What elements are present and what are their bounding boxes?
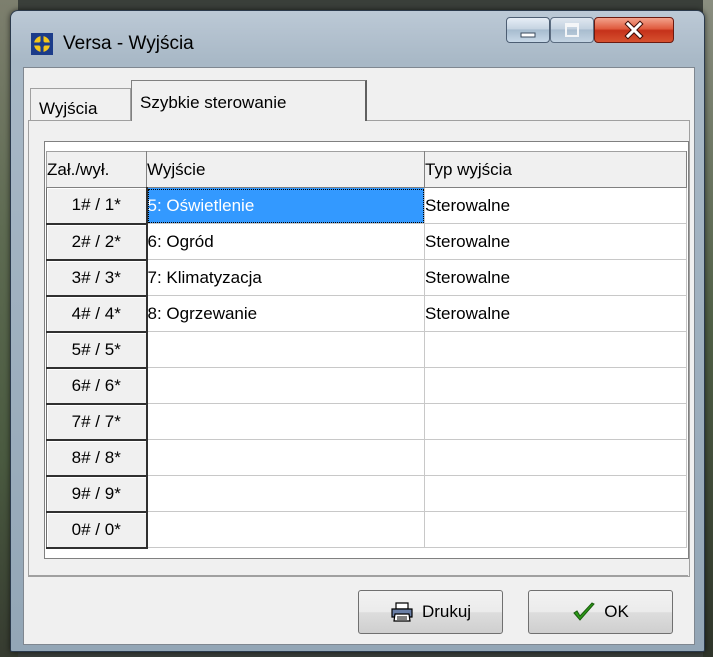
separator-line <box>28 575 688 576</box>
table-row[interactable]: 5# / 5* <box>46 331 687 369</box>
minimize-icon <box>520 32 536 38</box>
type-cell[interactable] <box>424 403 687 440</box>
tab-label: Wyjścia <box>39 99 98 118</box>
printer-icon <box>391 602 413 622</box>
grid-header-row: Zał./wył. Wyjście Typ wyjścia <box>46 151 687 188</box>
output-cell[interactable] <box>146 331 425 368</box>
type-cell[interactable]: Sterowalne <box>424 259 687 296</box>
row-key-8[interactable]: 8# / 8* <box>46 439 148 477</box>
column-header-wyjscie[interactable]: Wyjście <box>146 151 425 188</box>
table-row[interactable]: 6# / 6* <box>46 367 687 405</box>
output-cell[interactable]: 8: Ogrzewanie <box>146 295 425 332</box>
print-button-label: Drukuj <box>421 602 472 621</box>
column-header-zal-wyl[interactable]: Zał./wył. <box>46 151 147 188</box>
checkmark-icon <box>573 602 596 621</box>
table-row[interactable]: 7# / 7* <box>46 403 687 441</box>
row-key-9[interactable]: 9# / 9* <box>46 475 148 513</box>
output-cell[interactable] <box>146 367 425 404</box>
title-bar[interactable]: Versa - Wyjścia <box>11 11 704 67</box>
ok-button[interactable]: OK <box>528 590 673 634</box>
tab-label: Szybkie sterowanie <box>140 93 287 112</box>
table-row[interactable]: 8# / 8* <box>46 439 687 477</box>
output-cell[interactable]: 5: Oświetlenie <box>146 187 425 224</box>
output-cell[interactable] <box>146 511 425 548</box>
row-key-0[interactable]: 0# / 0* <box>46 511 148 549</box>
close-button[interactable] <box>594 17 674 43</box>
table-row[interactable]: 0# / 0* <box>46 511 687 549</box>
type-cell[interactable]: Sterowalne <box>424 223 687 260</box>
row-key-7[interactable]: 7# / 7* <box>46 403 148 441</box>
table-row[interactable]: 9# / 9* <box>46 475 687 513</box>
print-button[interactable]: Drukuj <box>358 590 503 634</box>
minimize-button[interactable] <box>506 17 550 43</box>
app-window: Versa - Wyjścia Wyjścia Szybkie sterowan… <box>10 10 705 652</box>
close-icon <box>624 20 644 40</box>
type-cell[interactable] <box>424 475 687 512</box>
row-key-3[interactable]: 3# / 3* <box>46 259 148 297</box>
table-row[interactable]: 1# / 1* 5: Oświetlenie Sterowalne <box>46 187 687 225</box>
output-cell[interactable]: 6: Ogród <box>146 223 425 260</box>
output-cell[interactable] <box>146 439 425 476</box>
column-header-typ-wyjscia[interactable]: Typ wyjścia <box>424 151 687 188</box>
row-key-6[interactable]: 6# / 6* <box>46 367 148 405</box>
type-cell[interactable]: Sterowalne <box>424 187 687 224</box>
output-cell[interactable] <box>146 403 425 440</box>
window-title: Versa - Wyjścia <box>63 33 194 54</box>
table-row[interactable]: 2# / 2* 6: Ogród Sterowalne <box>46 223 687 261</box>
outputs-grid: Zał./wył. Wyjście Typ wyjścia 1# / 1* 5:… <box>46 151 687 549</box>
dialog-client-area: Wyjścia Szybkie sterowanie Zał./wył. Wyj… <box>23 67 695 645</box>
tab-szybkie-sterowanie[interactable]: Szybkie sterowanie <box>131 80 367 121</box>
ok-button-label: OK <box>604 602 629 621</box>
type-cell[interactable] <box>424 367 687 404</box>
app-logo-icon <box>31 33 53 55</box>
tab-wyjscia[interactable]: Wyjścia <box>30 88 131 120</box>
maximize-icon <box>565 23 579 37</box>
row-key-1[interactable]: 1# / 1* <box>46 187 148 225</box>
type-cell[interactable] <box>424 439 687 476</box>
output-cell[interactable]: 7: Klimatyzacja <box>146 259 425 296</box>
row-key-4[interactable]: 4# / 4* <box>46 295 148 333</box>
type-cell[interactable] <box>424 331 687 368</box>
row-key-5[interactable]: 5# / 5* <box>46 331 148 369</box>
row-key-2[interactable]: 2# / 2* <box>46 223 148 261</box>
table-row[interactable]: 3# / 3* 7: Klimatyzacja Sterowalne <box>46 259 687 297</box>
type-cell[interactable]: Sterowalne <box>424 295 687 332</box>
table-row[interactable]: 4# / 4* 8: Ogrzewanie Sterowalne <box>46 295 687 333</box>
output-cell[interactable] <box>146 475 425 512</box>
maximize-button[interactable] <box>550 17 594 43</box>
type-cell[interactable] <box>424 511 687 548</box>
